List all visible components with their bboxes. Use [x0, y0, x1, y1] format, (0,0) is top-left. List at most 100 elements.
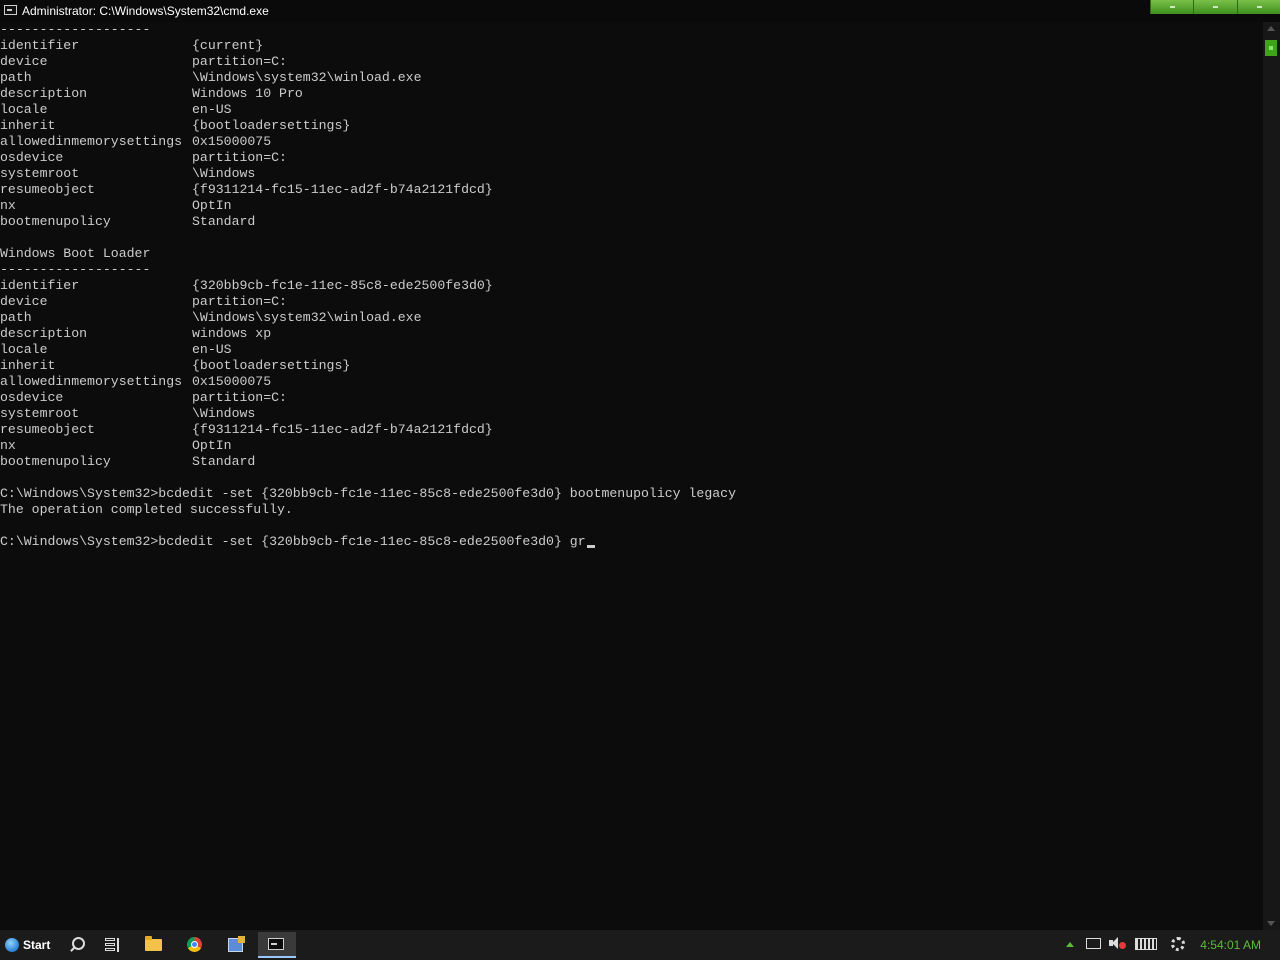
- start-button[interactable]: Start: [2, 933, 56, 957]
- task-view-icon: [105, 938, 119, 952]
- console-line: nx OptIn: [0, 438, 1262, 454]
- console-key: path: [0, 310, 32, 325]
- console-line: identifier {320bb9cb-fc1e-11ec-85c8-ede25…: [0, 278, 1262, 294]
- pinned-app-button[interactable]: [221, 934, 251, 956]
- file-explorer-button[interactable]: [139, 934, 169, 956]
- console-key: allowedinmemorysettings: [0, 374, 183, 389]
- console-value: partition=C:: [192, 150, 287, 165]
- console-text: -------------------: [0, 22, 151, 37]
- search-button[interactable]: [62, 934, 92, 956]
- input-indicator-button[interactable]: [1135, 936, 1157, 954]
- console-key: identifier: [0, 38, 80, 53]
- scroll-thumb[interactable]: [1265, 40, 1277, 56]
- console-line: description windows xp: [0, 326, 1262, 342]
- console-line: The operation completed successfully.: [0, 502, 1262, 518]
- console-value: 0x15000075: [192, 374, 272, 389]
- console-line: resumeobject {f9311214-fc15-11ec-ad2f-b74…: [0, 182, 1262, 198]
- volume-muted-icon: [1108, 936, 1126, 950]
- console-line: osdevice partition=C:: [0, 150, 1262, 166]
- console-value: Standard: [192, 454, 256, 469]
- console-line: systemroot \Windows: [0, 406, 1262, 422]
- console-text: -------------------: [0, 262, 151, 277]
- console-value: \Windows\system32\winload.exe: [192, 70, 422, 85]
- cmd-icon: [268, 938, 284, 950]
- console-input[interactable]: bcdedit -set {320bb9cb-fc1e-11ec-85c8-ed…: [158, 534, 585, 549]
- scroll-down-arrow-icon[interactable]: [1267, 921, 1275, 926]
- console-key: bootmenupolicy: [0, 214, 111, 229]
- console-value: en-US: [192, 102, 232, 117]
- console-key: allowedinmemorysettings: [0, 134, 183, 149]
- title-bar[interactable]: Administrator: C:\Windows\System32\cmd.e…: [0, 0, 1280, 22]
- console-line: bootmenupolicy Standard: [0, 454, 1262, 470]
- show-hidden-icons-button[interactable]: [1066, 936, 1074, 954]
- settings-button[interactable]: [1171, 936, 1185, 954]
- console-key: nx: [0, 198, 16, 213]
- chrome-button[interactable]: [180, 934, 210, 956]
- window-controls: [1150, 0, 1280, 14]
- console-value: OptIn: [192, 198, 232, 213]
- minimize-button[interactable]: [1150, 0, 1194, 14]
- console-key: description: [0, 86, 88, 101]
- console-key: inherit: [0, 358, 56, 373]
- console-line: allowedinmemorysettings 0x15000075: [0, 134, 1262, 150]
- console-value: windows xp: [192, 326, 272, 341]
- cmd-app-icon[interactable]: [4, 5, 17, 15]
- console-key: resumeobject: [0, 182, 95, 197]
- console-line: C:\Windows\System32>bcdedit -set {320bb9…: [0, 486, 1262, 502]
- console-line: -------------------: [0, 22, 1262, 38]
- network-button[interactable]: [1086, 936, 1101, 954]
- console-line: osdevice partition=C:: [0, 390, 1262, 406]
- console-value: {current}: [192, 38, 264, 53]
- console-output[interactable]: ------------------- identifier {current} de…: [0, 22, 1262, 930]
- gear-icon: [1171, 937, 1185, 951]
- console-line: path \Windows\system32\winload.exe: [0, 310, 1262, 326]
- start-label: Start: [23, 938, 51, 952]
- taskbar-clock[interactable]: 4:54:01 AM: [1200, 938, 1261, 952]
- network-icon: [1086, 938, 1101, 949]
- maximize-button[interactable]: [1193, 0, 1237, 14]
- console-key: device: [0, 294, 48, 309]
- console-value: \Windows\system32\winload.exe: [192, 310, 422, 325]
- console-value: en-US: [192, 342, 232, 357]
- file-explorer-icon: [145, 936, 162, 951]
- scroll-up-arrow-icon[interactable]: [1267, 26, 1275, 31]
- console-value: partition=C:: [192, 390, 287, 405]
- console-key: device: [0, 54, 48, 69]
- console-value: {bootloadersettings}: [192, 118, 351, 133]
- task-view-button[interactable]: [98, 934, 128, 956]
- console-line: nx OptIn: [0, 198, 1262, 214]
- console-value: partition=C:: [192, 54, 287, 69]
- console-text: The operation completed successfully.: [0, 502, 293, 517]
- console-value: OptIn: [192, 438, 232, 453]
- window-title: Administrator: C:\Windows\System32\cmd.e…: [22, 4, 269, 18]
- console-value: \Windows: [192, 406, 256, 421]
- console-line: resumeobject {f9311214-fc15-11ec-ad2f-b74…: [0, 422, 1262, 438]
- console-prompt: C:\Windows\System32>: [0, 534, 159, 549]
- console-line: device partition=C:: [0, 54, 1262, 70]
- console-line: inherit {bootloadersettings}: [0, 358, 1262, 374]
- console-line: device partition=C:: [0, 294, 1262, 310]
- console-key: locale: [0, 342, 48, 357]
- cmd-taskbar-button[interactable]: [258, 932, 296, 958]
- console-line: -------------------: [0, 262, 1262, 278]
- console-key: bootmenupolicy: [0, 454, 111, 469]
- console-key: description: [0, 326, 88, 341]
- vertical-scrollbar[interactable]: [1263, 22, 1280, 930]
- console-value: 0x15000075: [192, 134, 272, 149]
- keyboard-icon: [1135, 938, 1157, 950]
- console-key: systemroot: [0, 166, 80, 181]
- console-key: systemroot: [0, 406, 80, 421]
- console-value: {f9311214-fc15-11ec-ad2f-b74a2121fdcd}: [192, 182, 493, 197]
- console-line: systemroot \Windows: [0, 166, 1262, 182]
- close-button[interactable]: [1236, 0, 1280, 14]
- console-key: osdevice: [0, 390, 64, 405]
- console-text: C:\Windows\System32>bcdedit -set {320bb9…: [0, 486, 736, 501]
- console-key: identifier: [0, 278, 80, 293]
- chrome-icon: [187, 937, 202, 952]
- console-prompt-line[interactable]: C:\Windows\System32>bcdedit -set {320bb9…: [0, 534, 1262, 550]
- console-line: inherit {bootloadersettings}: [0, 118, 1262, 134]
- volume-button[interactable]: [1108, 936, 1126, 954]
